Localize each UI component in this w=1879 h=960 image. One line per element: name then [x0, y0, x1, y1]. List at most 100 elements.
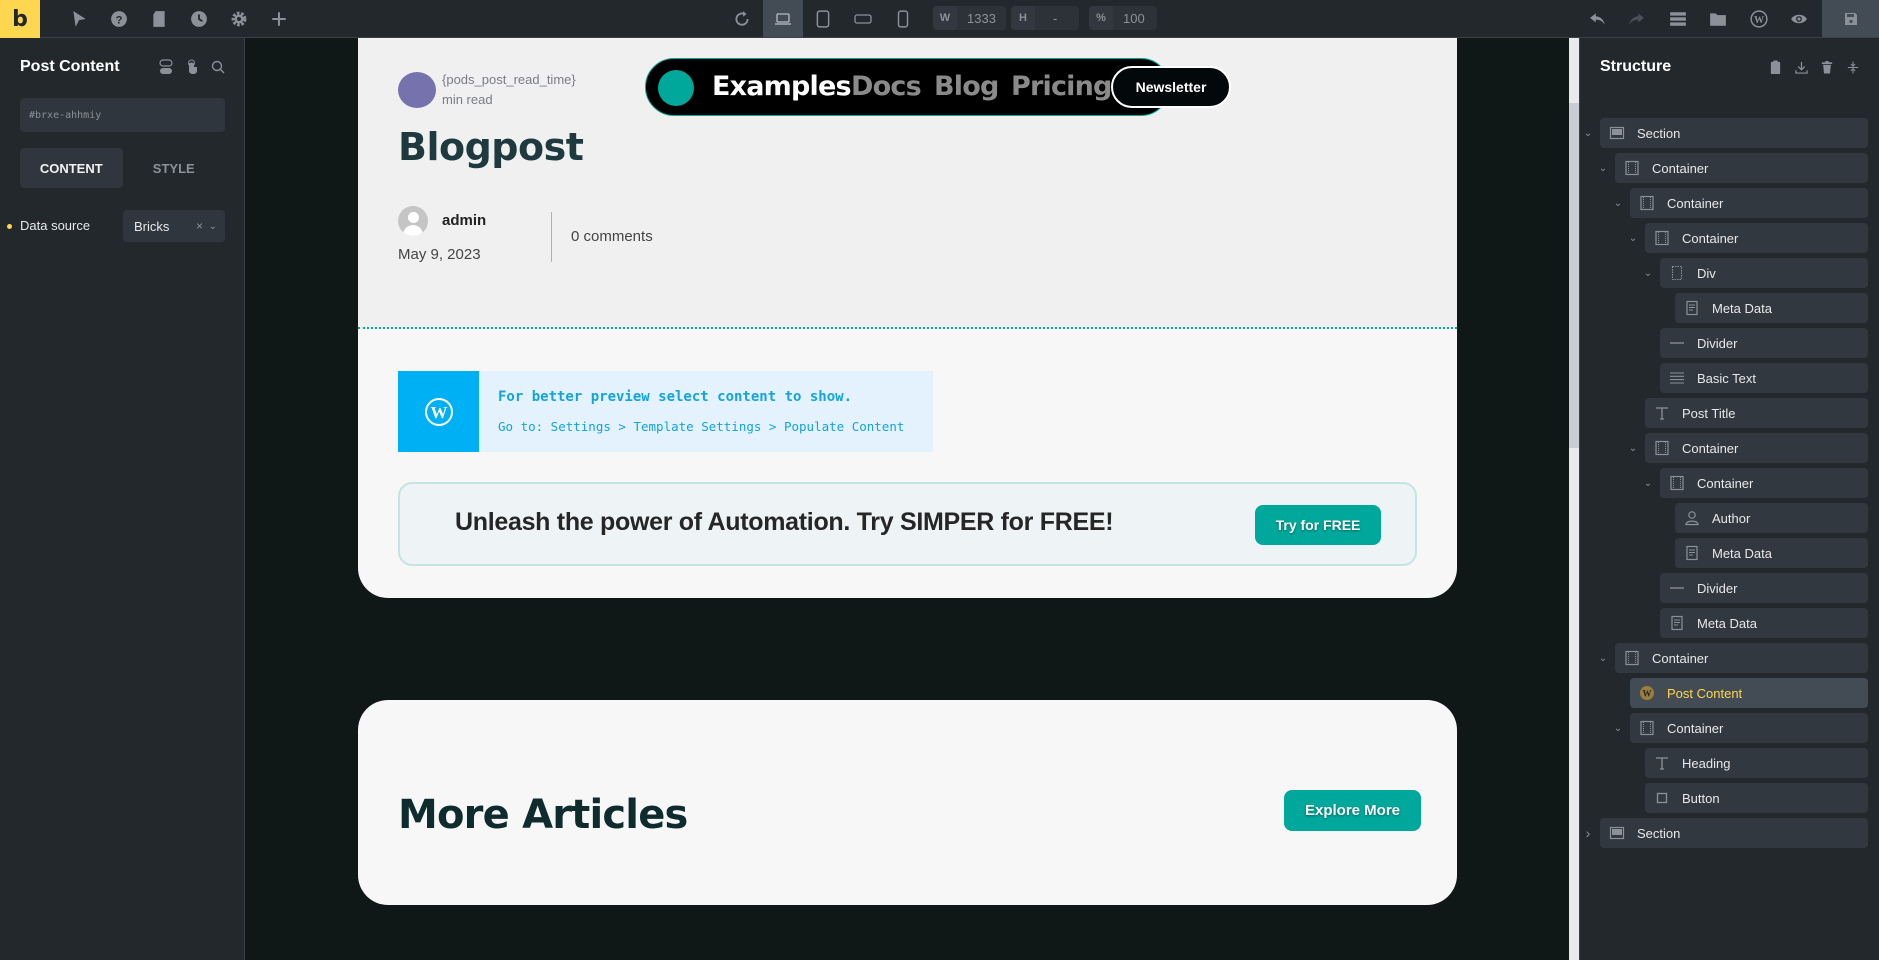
settings-icon[interactable]	[221, 0, 257, 37]
more-articles-section[interactable]: More Articles Explore More	[358, 700, 1457, 905]
download-icon[interactable]	[1793, 58, 1809, 76]
newsletter-button[interactable]: Newsletter	[1111, 66, 1231, 108]
zoom-label: %	[1089, 6, 1113, 30]
bricks-logo[interactable]: b	[0, 0, 40, 38]
structure-item[interactable]: Post Title	[1645, 398, 1868, 428]
structure-item[interactable]: ⌄ Container	[1599, 153, 1868, 183]
section-icon	[1609, 125, 1625, 141]
structure-item[interactable]: Heading	[1645, 748, 1868, 778]
chevron-down-icon[interactable]: ⌄	[1627, 233, 1639, 244]
author-avatar	[398, 206, 428, 236]
structure-item[interactable]: ⌄ Div	[1644, 258, 1868, 288]
structure-item-label: Container	[1652, 160, 1709, 176]
structure-item[interactable]: Meta Data	[1660, 608, 1868, 638]
preview-eye-icon[interactable]	[1781, 0, 1817, 37]
scrollbar-thumb[interactable]	[1569, 103, 1579, 448]
zoom-value[interactable]: 100	[1113, 6, 1155, 30]
reload-icon[interactable]	[724, 0, 760, 37]
read-time-badge	[398, 72, 436, 108]
element-id-field[interactable]: #brxe-ahhmiy	[20, 98, 225, 132]
author-name[interactable]: admin	[442, 212, 486, 229]
heading-icon	[1654, 405, 1670, 421]
wordpress-icon[interactable]: W	[1741, 0, 1777, 37]
height-value[interactable]: -	[1035, 6, 1067, 30]
structure-item[interactable]: Divider	[1660, 328, 1868, 358]
search-icon[interactable]	[210, 58, 226, 76]
clear-icon[interactable]: ×	[196, 219, 203, 233]
structure-item[interactable]: ⌄ Section	[1584, 118, 1868, 148]
container-icon	[1639, 195, 1655, 211]
templates-folder-icon[interactable]	[1700, 0, 1736, 37]
chevron-down-icon[interactable]: ⌄	[1642, 478, 1654, 489]
chevron-down-icon[interactable]: ⌄	[1597, 653, 1609, 664]
history-icon[interactable]	[181, 0, 217, 37]
chevron-down-icon[interactable]: ⌄	[1582, 128, 1594, 139]
structure-item[interactable]: ⌄ Container	[1644, 468, 1868, 498]
chevron-down-icon[interactable]: ⌄	[1612, 723, 1624, 734]
builder-canvas: {pods_post_read_time} min read Blogpost …	[245, 38, 1569, 960]
breakpoint-desktop[interactable]	[763, 0, 803, 37]
width-value[interactable]: 1333	[957, 6, 1006, 30]
nav-link-docs[interactable]: Docs	[851, 71, 922, 102]
structure-item[interactable]: ⌄ Container	[1599, 643, 1868, 673]
structure-item[interactable]: Basic Text	[1660, 363, 1868, 393]
clipboard-icon[interactable]	[1767, 58, 1783, 76]
read-time-meta: {pods_post_read_time} min read	[442, 70, 576, 110]
toggle-icon[interactable]	[158, 58, 174, 76]
save-button[interactable]	[1822, 0, 1879, 37]
structure-item[interactable]: ⌄ Container	[1629, 433, 1868, 463]
structure-icon[interactable]	[1660, 0, 1696, 37]
breakpoint-mobile-landscape[interactable]	[845, 0, 881, 37]
post-header-section[interactable]: {pods_post_read_time} min read Blogpost …	[358, 38, 1457, 598]
page-icon[interactable]	[141, 0, 177, 37]
comments-count[interactable]: 0 comments	[571, 228, 653, 245]
structure-item-label: Post Content	[1667, 685, 1743, 701]
breakpoint-mobile-portrait[interactable]	[885, 0, 921, 37]
chevron-down-icon[interactable]: ⌄	[209, 221, 217, 232]
structure-item[interactable]: ⌄ Container	[1614, 188, 1868, 218]
collapse-all-icon[interactable]	[1845, 58, 1861, 76]
tab-content[interactable]: CONTENT	[20, 148, 123, 188]
pointer-hand-icon[interactable]	[184, 58, 200, 76]
structure-item[interactable]: Meta Data	[1675, 293, 1868, 323]
canvas-scrollbar[interactable]	[1569, 38, 1579, 960]
structure-item[interactable]: Meta Data	[1675, 538, 1868, 568]
chevron-down-icon[interactable]: ⌄	[1642, 268, 1654, 279]
site-logo[interactable]	[658, 70, 694, 106]
trash-icon[interactable]	[1819, 58, 1835, 76]
explore-more-button[interactable]: Explore More	[1284, 790, 1421, 831]
data-source-select[interactable]: Bricks × ⌄	[123, 210, 225, 242]
cursor-icon[interactable]	[61, 0, 97, 37]
tab-style[interactable]: STYLE	[123, 148, 226, 188]
meta-data-icon	[1684, 545, 1700, 561]
nav-link-blog[interactable]: Blog	[934, 71, 999, 102]
redo-icon[interactable]	[1618, 0, 1654, 37]
chevron-down-icon[interactable]: ⌄	[1612, 198, 1624, 209]
tablet-icon	[816, 9, 830, 28]
structure-item[interactable]: › Section	[1586, 818, 1868, 848]
breakpoint-tablet-portrait[interactable]	[805, 0, 841, 37]
canvas-width-field[interactable]: W 1333	[933, 6, 1006, 30]
structure-item[interactable]: Divider	[1660, 573, 1868, 603]
add-icon[interactable]	[261, 0, 297, 37]
structure-item[interactable]: Author	[1675, 503, 1868, 533]
canvas-zoom-field[interactable]: % 100	[1089, 6, 1157, 30]
structure-item[interactable]: ⌄ Container	[1614, 713, 1868, 743]
nav-link-pricing[interactable]: Pricing	[1011, 71, 1112, 102]
wordpress-icon: W	[398, 371, 479, 452]
help-icon[interactable]: ?	[101, 0, 137, 37]
structure-item[interactable]: Button	[1645, 783, 1868, 813]
section-icon	[1609, 825, 1625, 841]
chevron-down-icon[interactable]: ⌄	[1597, 163, 1609, 174]
canvas-height-field[interactable]: H -	[1011, 6, 1079, 30]
structure-item[interactable]: ⌄ Container	[1629, 223, 1868, 253]
chevron-right-icon[interactable]: ›	[1582, 825, 1594, 841]
div-icon	[1669, 265, 1685, 281]
undo-icon[interactable]	[1580, 0, 1616, 37]
structure-item[interactable]: W Post Content	[1630, 678, 1868, 708]
try-free-button[interactable]: Try for FREE	[1255, 505, 1381, 545]
nav-link-examples[interactable]: Examples	[712, 71, 852, 102]
data-source-value: Bricks	[134, 218, 170, 234]
structure-panel: Structure ⌄ Section ⌄ Container ⌄ Container ⌄ C…	[1579, 38, 1879, 960]
chevron-down-icon[interactable]: ⌄	[1627, 443, 1639, 454]
